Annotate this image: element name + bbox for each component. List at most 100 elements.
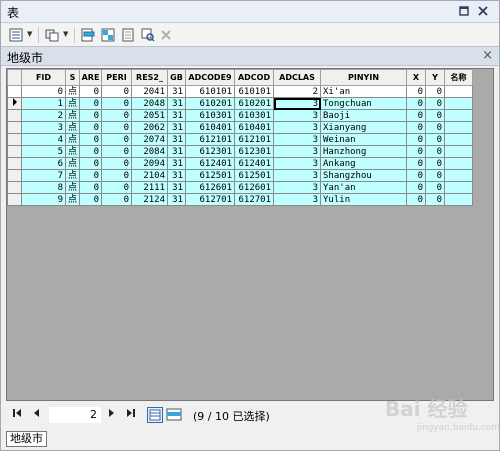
- table-cell[interactable]: [444, 193, 474, 206]
- table-cell[interactable]: 612501: [185, 169, 236, 182]
- table-cell[interactable]: 2111: [131, 181, 169, 194]
- table-cell[interactable]: 0: [406, 193, 427, 206]
- table-cell[interactable]: [444, 85, 474, 98]
- table-cell[interactable]: 0: [406, 133, 427, 146]
- table-options-icon[interactable]: [7, 26, 25, 44]
- table-cell[interactable]: [444, 97, 474, 110]
- table-cell[interactable]: 0: [79, 109, 103, 122]
- table-cell[interactable]: 点: [64, 133, 81, 146]
- table-cell[interactable]: 0: [79, 121, 103, 134]
- table-cell[interactable]: 612601: [185, 181, 236, 194]
- table-cell[interactable]: Xi'an: [320, 85, 408, 98]
- table-cell[interactable]: 612401: [185, 157, 236, 170]
- table-cell[interactable]: 0: [79, 169, 103, 182]
- table-cell[interactable]: 0: [425, 181, 446, 194]
- column-header[interactable]: 名称: [444, 69, 474, 86]
- table-cell[interactable]: 612301: [185, 145, 236, 158]
- table-cell[interactable]: 3: [273, 109, 322, 122]
- table-cell[interactable]: 610401: [234, 121, 275, 134]
- tab-close-icon[interactable]: ×: [482, 48, 493, 63]
- table-cell[interactable]: 612701: [185, 193, 236, 206]
- table-cell[interactable]: 8: [21, 181, 66, 194]
- table-cell[interactable]: 610101: [234, 85, 275, 98]
- table-cell[interactable]: 2: [21, 109, 66, 122]
- table-cell[interactable]: 0: [406, 97, 427, 110]
- table-cell[interactable]: 3: [273, 157, 322, 170]
- bottom-tab-dijishi[interactable]: 地级市: [6, 431, 47, 447]
- column-header[interactable]: Y: [425, 69, 446, 86]
- table-cell[interactable]: 0: [425, 109, 446, 122]
- row-selector[interactable]: [7, 145, 22, 158]
- row-selector-header[interactable]: [7, 69, 22, 86]
- select-by-attributes-icon[interactable]: [79, 26, 97, 44]
- close-icon[interactable]: [475, 4, 491, 20]
- table-cell[interactable]: 612701: [234, 193, 275, 206]
- table-cell[interactable]: 点: [64, 97, 81, 110]
- related-tables-dropdown-icon[interactable]: ▼: [63, 30, 68, 38]
- table-row[interactable]: 7 点 0 0 2104 31 612501 612501 3 Shangzhou 0 0: [7, 169, 474, 182]
- column-header[interactable]: GB: [167, 69, 187, 86]
- table-cell[interactable]: 0: [425, 121, 446, 134]
- restore-icon[interactable]: [456, 4, 472, 20]
- table-cell[interactable]: 0: [101, 133, 133, 146]
- table-cell[interactable]: 2094: [131, 157, 169, 170]
- table-cell[interactable]: 3: [273, 97, 322, 110]
- table-cell[interactable]: 612501: [234, 169, 275, 182]
- table-cell[interactable]: Tongchuan: [320, 97, 408, 110]
- table-cell[interactable]: 31: [167, 121, 187, 134]
- table-cell[interactable]: 0: [406, 169, 427, 182]
- table-cell[interactable]: 0: [425, 193, 446, 206]
- table-cell[interactable]: 31: [167, 109, 187, 122]
- table-row[interactable]: 8 点 0 0 2111 31 612601 612601 3 Yan'an 0 0: [7, 181, 474, 194]
- table-cell[interactable]: 4: [21, 133, 66, 146]
- table-cell[interactable]: Baoji: [320, 109, 408, 122]
- table-cell[interactable]: Shangzhou: [320, 169, 408, 182]
- table-cell[interactable]: Hanzhong: [320, 145, 408, 158]
- table-options-dropdown-icon[interactable]: ▼: [27, 30, 32, 38]
- table-cell[interactable]: 0: [101, 85, 133, 98]
- table-cell[interactable]: 3: [273, 181, 322, 194]
- table-cell[interactable]: 2048: [131, 97, 169, 110]
- last-record-icon[interactable]: [125, 409, 135, 420]
- table-cell[interactable]: 2: [273, 85, 322, 98]
- table-cell[interactable]: 3: [21, 121, 66, 134]
- table-cell[interactable]: 0: [79, 193, 103, 206]
- table-cell[interactable]: 1: [21, 97, 66, 110]
- column-header[interactable]: S: [64, 69, 81, 86]
- table-cell[interactable]: [444, 121, 474, 134]
- row-selector[interactable]: [7, 181, 22, 194]
- table-cell[interactable]: 612101: [234, 133, 275, 146]
- row-selector[interactable]: [7, 121, 22, 134]
- table-cell[interactable]: 0: [425, 97, 446, 110]
- column-header[interactable]: RES2_: [131, 69, 169, 86]
- table-tab-header[interactable]: 地级市 ×: [1, 46, 499, 66]
- table-cell[interactable]: 0: [101, 193, 133, 206]
- table-row[interactable]: 9 点 0 0 2124 31 612701 612701 3 Yulin 0 0: [7, 193, 474, 206]
- table-cell[interactable]: [444, 181, 474, 194]
- table-cell[interactable]: 0: [425, 169, 446, 182]
- row-selector[interactable]: [7, 193, 22, 206]
- table-row[interactable]: 3 点 0 0 2062 31 610401 610401 3 Xianyang 0 0: [7, 121, 474, 134]
- table-cell[interactable]: [444, 169, 474, 182]
- table-cell[interactable]: 0: [425, 133, 446, 146]
- table-cell[interactable]: 0: [21, 85, 66, 98]
- table-cell[interactable]: [444, 133, 474, 146]
- table-cell[interactable]: 0: [79, 85, 103, 98]
- row-selector[interactable]: [7, 133, 22, 146]
- table-cell[interactable]: 610201: [234, 97, 275, 110]
- table-cell[interactable]: 5: [21, 145, 66, 158]
- table-cell[interactable]: 3: [273, 193, 322, 206]
- table-cell[interactable]: 0: [79, 145, 103, 158]
- clear-selection-icon[interactable]: [119, 26, 137, 44]
- table-cell[interactable]: 612101: [185, 133, 236, 146]
- column-header[interactable]: X: [406, 69, 427, 86]
- table-cell[interactable]: 7: [21, 169, 66, 182]
- table-cell[interactable]: 0: [406, 85, 427, 98]
- column-header[interactable]: FID: [21, 69, 66, 86]
- show-all-records-icon[interactable]: [147, 407, 163, 423]
- table-cell[interactable]: 点: [64, 193, 81, 206]
- table-cell[interactable]: 612301: [234, 145, 275, 158]
- table-cell[interactable]: 点: [64, 109, 81, 122]
- row-selector[interactable]: [7, 157, 22, 170]
- table-cell[interactable]: 3: [273, 133, 322, 146]
